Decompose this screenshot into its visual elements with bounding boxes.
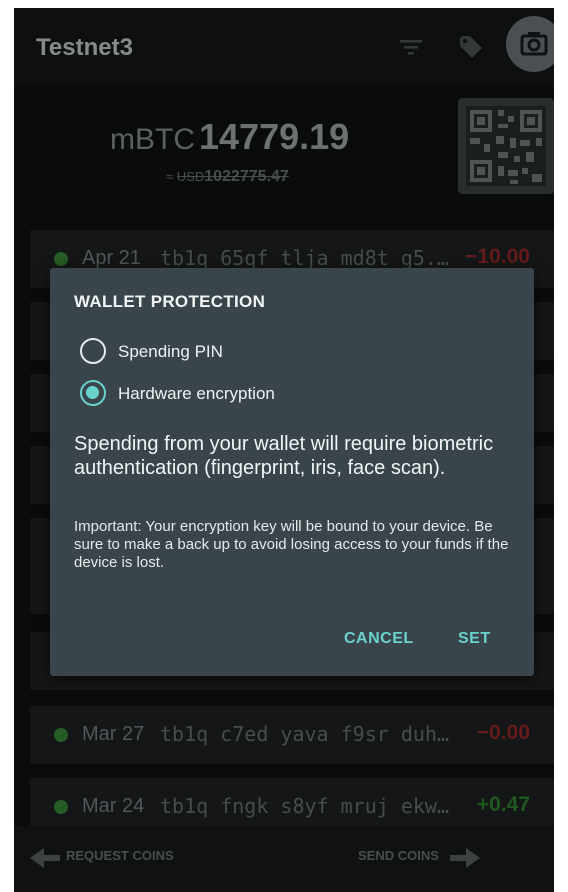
option-label: Hardware encryption — [118, 384, 275, 403]
radio-button[interactable] — [80, 338, 106, 364]
dialog-note: Important: Your encryption key will be b… — [74, 518, 509, 571]
set-button[interactable]: SET — [458, 630, 491, 648]
radio-button-selected[interactable] — [80, 380, 106, 406]
option-spending-pin[interactable]: Spending PIN — [80, 336, 500, 366]
dialog-title: WALLET PROTECTION — [74, 292, 266, 311]
option-hardware-encryption[interactable]: Hardware encryption — [80, 378, 500, 408]
camera-icon — [520, 32, 548, 56]
camera-button[interactable] — [506, 16, 554, 72]
dialog-message: Spending from your wallet will require b… — [74, 433, 494, 479]
option-label: Spending PIN — [118, 342, 223, 361]
cancel-button[interactable]: CANCEL — [344, 630, 414, 648]
wallet-protection-dialog: WALLET PROTECTION Spending PIN Hardware … — [50, 268, 534, 676]
wallet-screen: Testnet3 mBTC 14779.19 ≈ USD1022775.47 A… — [14, 8, 554, 892]
